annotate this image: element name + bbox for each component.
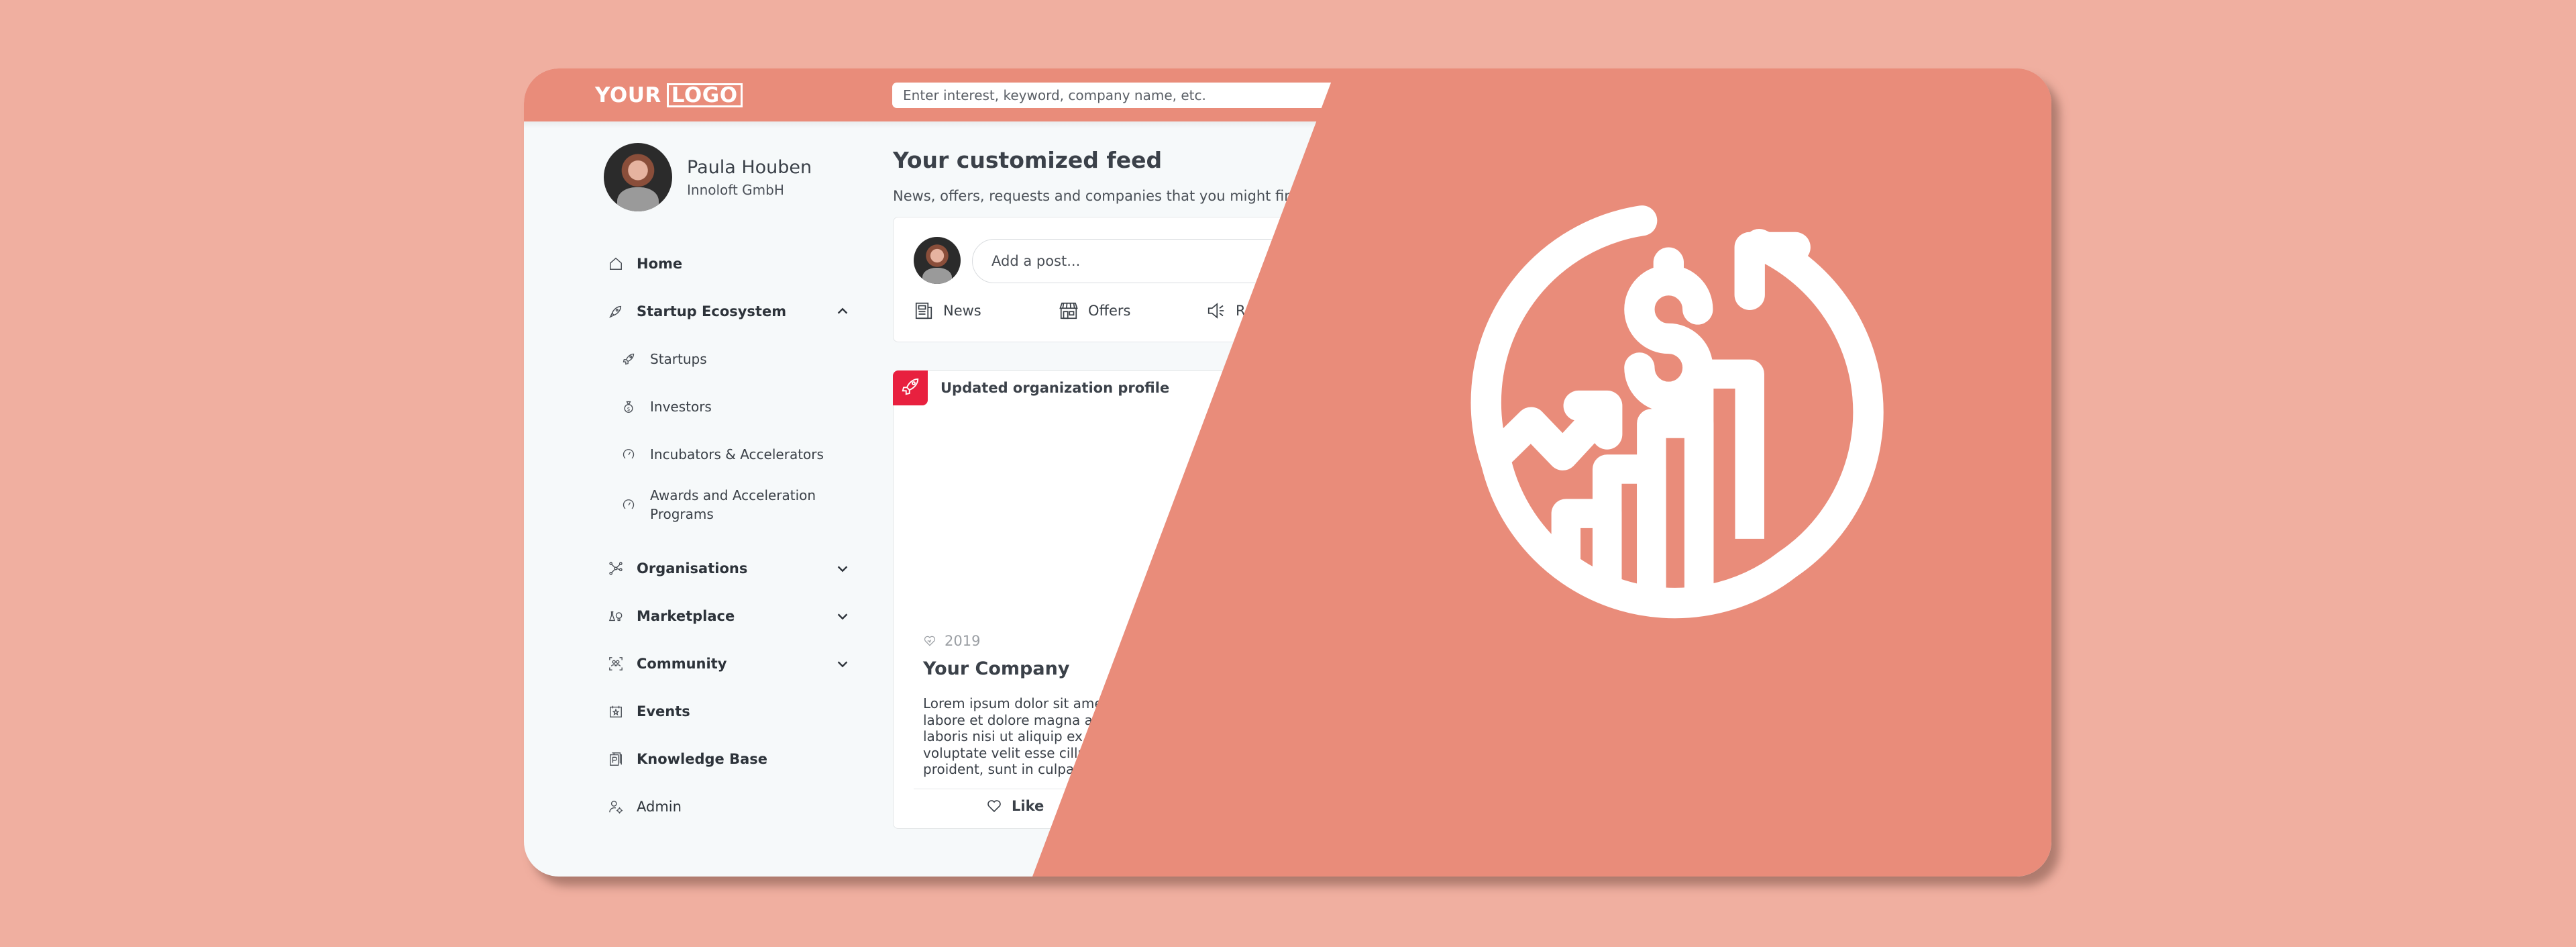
add-post-input[interactable]: Add a post... <box>972 239 1401 283</box>
search-placeholder: Enter interest, keyword, company name, e… <box>903 87 1206 103</box>
sidebar-item-investors[interactable]: $ Investors <box>622 399 850 415</box>
composer-avatar <box>914 237 961 284</box>
post-body: Lorem ipsum dolor sit amet, labore et do… <box>923 695 1299 778</box>
sidebar-item-home[interactable]: Home <box>608 256 850 272</box>
lab-bulb-icon <box>608 609 623 624</box>
heart-hand-icon <box>923 634 936 648</box>
offers-label: Offers <box>1088 303 1131 319</box>
profile-block[interactable]: Paula Houben Innoloft GmbH <box>604 143 812 211</box>
sidebar-item-knowledge-base[interactable]: Knowledge Base <box>608 751 850 767</box>
like-label: Like <box>1012 798 1044 814</box>
post-type-badge <box>893 370 928 405</box>
logo[interactable]: YOUR LOGO <box>595 83 743 107</box>
store-icon <box>1059 301 1079 321</box>
sidebar-item-label: Events <box>637 703 690 719</box>
home-icon <box>608 256 623 271</box>
news-label: News <box>943 303 981 319</box>
feed-title: Your customized feed <box>893 147 1163 173</box>
chevron-up-icon[interactable] <box>835 304 850 319</box>
megaphone-icon <box>1206 301 1226 321</box>
chevron-down-icon[interactable] <box>835 561 850 576</box>
post-heading: Updated organization profile <box>941 380 1170 396</box>
network-icon <box>608 561 623 576</box>
chevron-down-icon[interactable] <box>835 609 850 624</box>
heart-icon <box>986 798 1002 814</box>
post-company-name[interactable]: Your Company <box>923 658 1069 679</box>
sidebar-item-label: Community <box>637 656 727 672</box>
feed-post-card[interactable]: Updated organization profile 2019 Your C… <box>893 370 1362 829</box>
sidebar-item-incubators[interactable]: Incubators & Accelerators <box>622 446 850 462</box>
header-shadow <box>524 121 2051 128</box>
group-icon <box>608 656 623 671</box>
sidebar-item-label: Knowledge Base <box>637 751 768 767</box>
rocket-icon <box>900 377 920 400</box>
post-body-line: labore et dolore magna aliq <box>923 711 1109 728</box>
sidebar-item-label: Incubators & Accelerators <box>650 446 824 462</box>
rocket-icon <box>608 304 623 319</box>
app-window: YOUR LOGO Enter interest, keyword, compa… <box>524 68 2051 877</box>
rocket-outline-icon <box>622 352 635 366</box>
sidebar-item-marketplace[interactable]: Marketplace <box>608 608 850 624</box>
sidebar-item-label: Home <box>637 256 683 272</box>
book-icon <box>608 752 623 766</box>
sidebar-item-organisations[interactable]: Organisations <box>608 560 850 577</box>
top-bar: YOUR LOGO Enter interest, keyword, compa… <box>524 68 2051 121</box>
logo-word-your: YOUR <box>595 83 661 107</box>
post-year: 2019 <box>923 633 980 649</box>
post-body-line: Lorem ipsum dolor sit amet, <box>923 695 1112 711</box>
svg-text:$: $ <box>627 406 631 412</box>
search-input[interactable]: Enter interest, keyword, company name, e… <box>892 83 1348 108</box>
post-body-line: voluptate velit esse cillum <box>923 744 1099 761</box>
sidebar-item-admin[interactable]: Admin <box>608 799 850 815</box>
sidebar-item-events[interactable]: Events <box>608 703 850 719</box>
speedometer-icon <box>622 448 635 461</box>
calendar-star-icon <box>608 704 623 719</box>
post-body-line: proident, sunt in culpa qu <box>923 761 1095 777</box>
sidebar-item-label: Admin <box>637 799 682 815</box>
news-button[interactable]: News <box>914 301 981 321</box>
sidebar-item-startups[interactable]: Startups <box>622 351 850 367</box>
post-body-line: laboris nisi ut aliquip ex ea <box>923 728 1104 744</box>
chevron-down-icon[interactable] <box>835 656 850 671</box>
requests-label: R <box>1236 303 1246 319</box>
newspaper-icon <box>914 301 934 321</box>
sidebar-item-label: Awards and Acceleration Programs <box>650 487 816 522</box>
dollar-growth-globe-icon <box>1470 205 1884 619</box>
like-button[interactable]: Like <box>986 798 1044 814</box>
profile-organization: Innoloft GmbH <box>687 181 784 198</box>
sidebar-item-label: Organisations <box>637 560 748 577</box>
add-post-placeholder: Add a post... <box>991 253 1081 269</box>
feed-subtitle: News, offers, requests and companies tha… <box>893 188 1302 204</box>
post-year-value: 2019 <box>945 633 981 649</box>
profile-name: Paula Houben <box>687 156 812 178</box>
requests-button[interactable]: R <box>1206 301 1246 321</box>
speedometer-icon <box>622 498 635 511</box>
avatar[interactable] <box>604 143 672 211</box>
sidebar-item-label: Investors <box>650 399 712 415</box>
sidebar-item-label: Startups <box>650 351 707 367</box>
offers-button[interactable]: Offers <box>1059 301 1131 321</box>
money-bag-icon: $ <box>622 400 635 413</box>
sidebar-item-label: Startup Ecosystem <box>637 303 787 319</box>
sidebar-item-label: Marketplace <box>637 608 735 624</box>
post-composer: Add a post... News Offers R <box>893 217 1401 342</box>
user-gear-icon <box>608 799 623 814</box>
sidebar-item-community[interactable]: Community <box>608 656 850 672</box>
logo-word-logo: LOGO <box>666 83 743 107</box>
sidebar-item-awards[interactable]: Awards and Acceleration Programs <box>622 486 850 524</box>
sidebar-item-startup-ecosystem[interactable]: Startup Ecosystem <box>608 303 850 319</box>
